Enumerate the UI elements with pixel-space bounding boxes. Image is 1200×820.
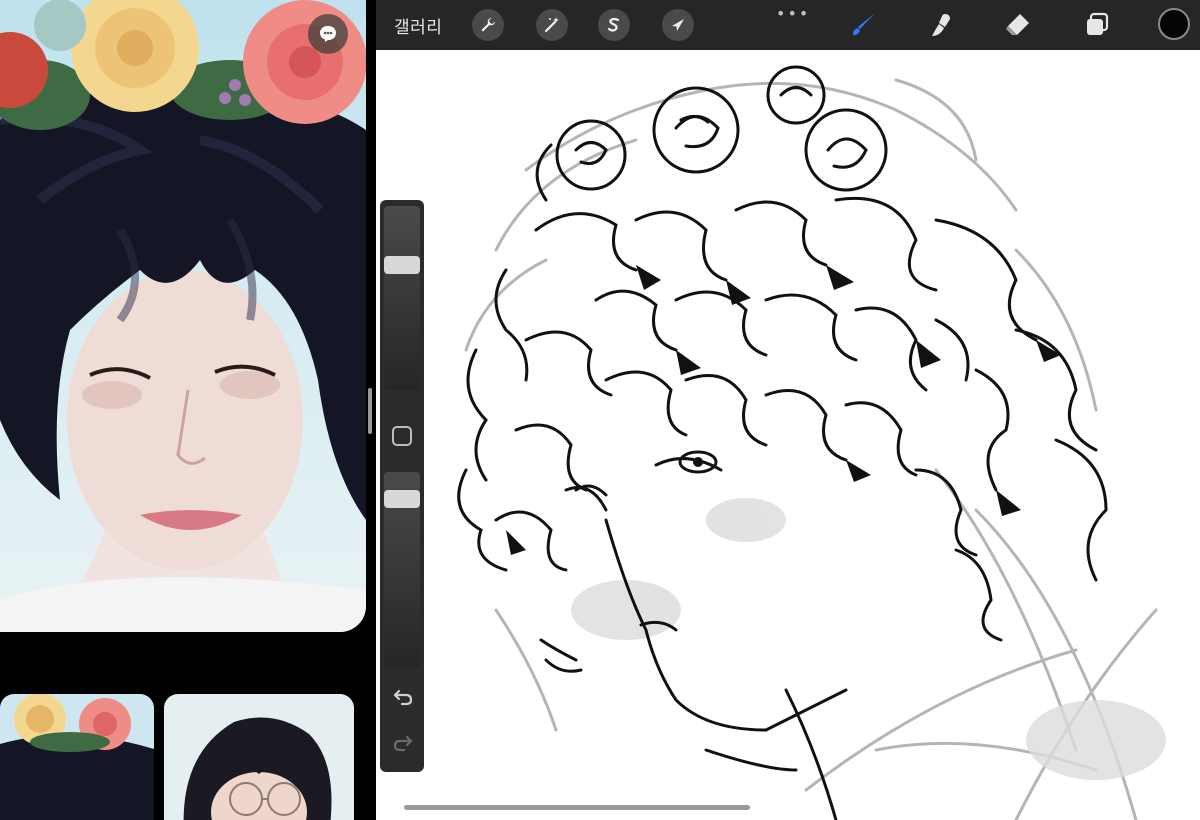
actions-button[interactable] (472, 9, 504, 41)
brush-size-slider[interactable] (384, 206, 420, 390)
top-toolbar: 갤러리 ••• (376, 0, 1200, 50)
wrench-icon (481, 18, 495, 32)
drawing-canvas[interactable] (376, 50, 1200, 820)
selection-s-icon (607, 17, 620, 32)
redo-button[interactable] (391, 730, 415, 754)
tool-sidebar (380, 200, 424, 772)
speech-bubble-icon (320, 26, 336, 42)
selection-button[interactable] (598, 9, 630, 41)
undo-button[interactable] (391, 684, 415, 708)
thumbnail-1-illustration (0, 694, 154, 820)
smudge-tool-button[interactable] (924, 8, 958, 42)
canvas-area (376, 50, 1200, 820)
comment-button[interactable] (308, 14, 348, 54)
adjustments-button[interactable] (536, 9, 568, 41)
more-options-button[interactable]: ••• (776, 4, 810, 23)
undo-icon (393, 689, 413, 706)
thumbnail-2-illustration (164, 694, 354, 820)
layers-button[interactable] (1080, 8, 1114, 42)
arrow-cursor-icon (672, 19, 684, 31)
eraser-tool-button[interactable] (1000, 8, 1034, 42)
brush-tool-button[interactable] (846, 8, 880, 42)
line-art-drawing (457, 65, 1166, 820)
reference-thumbnail-1[interactable] (0, 694, 154, 820)
brush-size-knob[interactable] (384, 255, 420, 274)
reference-photo-main[interactable] (0, 0, 366, 632)
brush-icon (853, 13, 875, 36)
opacity-knob[interactable] (384, 489, 420, 508)
redo-icon (393, 735, 413, 752)
split-view-handle[interactable] (368, 388, 372, 434)
magic-wand-icon (544, 17, 559, 33)
reference-photo-illustration (0, 0, 366, 632)
square-modify-icon[interactable] (392, 426, 412, 446)
transform-button[interactable] (662, 9, 694, 41)
layers-icon (1087, 12, 1109, 35)
color-picker-swatch[interactable] (1158, 8, 1190, 40)
gallery-button[interactable]: 갤러리 (394, 13, 442, 38)
reference-thumbnail-2[interactable] (164, 694, 354, 820)
reference-panel (0, 0, 366, 820)
eraser-icon (1006, 14, 1029, 35)
home-indicator (404, 805, 750, 810)
drawing-app: 갤러리 ••• (376, 0, 1200, 820)
smudge-icon (932, 14, 950, 36)
